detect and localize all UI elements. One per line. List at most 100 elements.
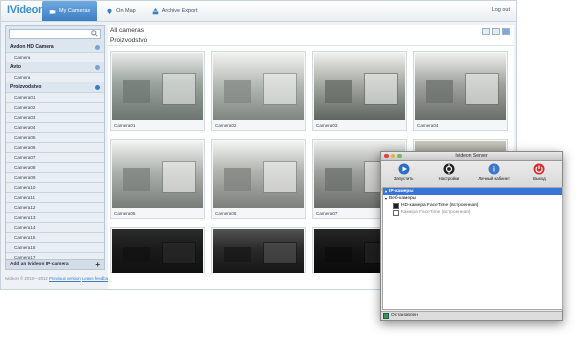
camera-snapshot: [415, 53, 506, 120]
start-button[interactable]: Запустить: [383, 163, 425, 181]
checkbox[interactable]: [393, 209, 399, 216]
camera-tile[interactable]: Camera03: [312, 51, 407, 131]
view-switcher: [482, 28, 510, 35]
camera-caption: Camera06: [215, 211, 237, 216]
nav-label: My Cameras: [59, 8, 91, 14]
camera-tile[interactable]: Camera04: [413, 51, 508, 131]
camera-list: Camera01 Camera02 Camera03 Camera04 Camera05…: [6, 92, 104, 262]
checkbox[interactable]: [393, 202, 399, 209]
grid-large-icon[interactable]: [502, 28, 510, 35]
sidebar-camera-item[interactable]: Camera07: [6, 152, 104, 162]
svg-text:i: i: [493, 167, 495, 174]
zoom-icon[interactable]: [397, 153, 402, 158]
main-nav: My Cameras On Map Archive Export: [42, 1, 205, 21]
sidebar-camera-item[interactable]: Camera10: [6, 182, 104, 192]
tree-item-ip-cameras[interactable]: ▾ IP-камеры: [383, 188, 562, 195]
camera-snapshot: [314, 53, 405, 120]
add-camera-button[interactable]: Add an Ivideon IP-camera +: [5, 259, 105, 270]
minimize-icon[interactable]: [390, 153, 395, 158]
camera-caption: Camera02: [215, 123, 237, 128]
map-pin-icon: [95, 84, 100, 90]
sidebar-camera-item[interactable]: Camera16: [6, 242, 104, 252]
group-header[interactable]: Proizvodstvo: [6, 82, 104, 92]
tree-item-camera[interactable]: Камера FaceTime (встроенная): [383, 209, 562, 216]
sidebar-camera-item[interactable]: Camera14: [6, 222, 104, 232]
group-label: Avdon HD Camera: [10, 44, 54, 50]
camera-tree: ▾ IP-камеры ▾ Веб-камеры HD-камера FaceT…: [382, 187, 563, 310]
camera-tile[interactable]: [211, 227, 306, 273]
camera-caption: Camera01: [114, 123, 136, 128]
window-controls: [384, 153, 402, 158]
tree-label: Камера FaceTime (встроенная): [401, 210, 471, 215]
export-icon: [152, 7, 159, 14]
toolbar-label: Выход: [533, 176, 546, 181]
grid-medium-icon[interactable]: [492, 28, 500, 35]
close-icon[interactable]: [384, 153, 389, 158]
sidebar-camera-item[interactable]: Camera: [6, 52, 104, 62]
sidebar-camera-item[interactable]: Camera15: [6, 232, 104, 242]
toolbar-label: Личный кабинет: [478, 176, 510, 181]
camera-caption: Camera03: [316, 123, 338, 128]
camera-tile[interactable]: Camera02: [211, 51, 306, 131]
camera-icon: [49, 9, 56, 14]
cabinet-button[interactable]: i Личный кабинет: [473, 163, 515, 181]
server-toolbar: Запустить Настройки i Личный кабинет Вых…: [381, 161, 562, 190]
sidebar-camera-item[interactable]: Camera02: [6, 102, 104, 112]
tree-label: HD-камера FaceTime (встроенная): [401, 203, 479, 208]
sidebar-camera-item[interactable]: Camera06: [6, 142, 104, 152]
sidebar-camera-item[interactable]: Camera05: [6, 132, 104, 142]
camera-sidebar: Avdon HD Camera Camera Avto Camera Proiz…: [5, 25, 105, 269]
tree-label: Веб-камеры: [389, 196, 417, 201]
disclosure-icon: ▾: [385, 189, 388, 194]
cabinet-icon: i: [488, 163, 500, 175]
sidebar-camera-item[interactable]: Camera04: [6, 122, 104, 132]
toolbar-label: Настройки: [438, 176, 460, 181]
previous-version-link[interactable]: Previous version: [49, 276, 81, 281]
sidebar-camera-item[interactable]: Camera12: [6, 202, 104, 212]
copyright: Ivideon © 2010—2012: [5, 276, 48, 281]
tree-item-web-cameras[interactable]: ▾ Веб-камеры: [383, 195, 562, 202]
camera-tile[interactable]: [110, 227, 205, 273]
camera-caption: Camera04: [417, 123, 439, 128]
camera-snapshot: [213, 53, 304, 120]
sidebar-camera-item[interactable]: Camera11: [6, 192, 104, 202]
ivideon-server-window: Ivideon Server Запустить Настройки i Лич…: [380, 151, 563, 321]
nav-label: On Map: [116, 8, 136, 14]
camera-snapshot: [213, 141, 304, 208]
sidebar-camera-item[interactable]: Camera13: [6, 212, 104, 222]
group-header[interactable]: Avdon HD Camera: [6, 42, 104, 52]
search-input[interactable]: [9, 29, 101, 39]
sidebar-camera-item[interactable]: Camera09: [6, 172, 104, 182]
group-header[interactable]: Avto: [6, 62, 104, 72]
camera-tile[interactable]: Camera06: [211, 139, 306, 219]
ivideon-logo[interactable]: IVideon: [7, 4, 45, 16]
settings-button[interactable]: Настройки: [428, 163, 470, 181]
camera-tile[interactable]: Camera05: [110, 139, 205, 219]
group-label: Avto: [10, 64, 21, 70]
sidebar-camera-item[interactable]: Camera: [6, 72, 104, 82]
camera-caption: Camera07: [316, 211, 338, 216]
sidebar-camera-item[interactable]: Camera03: [6, 112, 104, 122]
top-bar: IVideon My Cameras On Map Archive Export…: [1, 1, 516, 22]
camera-snapshot: [112, 53, 203, 120]
nav-on-map[interactable]: On Map: [99, 1, 143, 21]
nav-archive-export[interactable]: Archive Export: [145, 1, 205, 21]
map-pin-icon: [95, 44, 100, 50]
logout-link[interactable]: Log out: [492, 7, 510, 13]
nav-my-cameras[interactable]: My Cameras: [42, 1, 98, 21]
camera-snapshot: [112, 141, 203, 208]
play-icon: [398, 163, 410, 175]
exit-button[interactable]: Выход: [518, 163, 560, 181]
toolbar-label: Запустить: [393, 176, 414, 181]
sidebar-camera-item[interactable]: Camera01: [6, 92, 104, 102]
status-text: Остановлен: [391, 313, 418, 318]
window-titlebar: Ivideon Server: [381, 152, 562, 161]
tree-item-camera[interactable]: HD-камера FaceTime (встроенная): [383, 202, 562, 209]
grid-small-icon[interactable]: [482, 28, 490, 35]
sidebar-camera-item[interactable]: Camera08: [6, 162, 104, 172]
group-title: Proizvodstvo: [110, 37, 148, 44]
status-bar: Остановлен: [381, 311, 562, 320]
camera-tile[interactable]: Camera01: [110, 51, 205, 131]
plus-icon: +: [95, 259, 100, 269]
power-icon: [533, 163, 545, 175]
